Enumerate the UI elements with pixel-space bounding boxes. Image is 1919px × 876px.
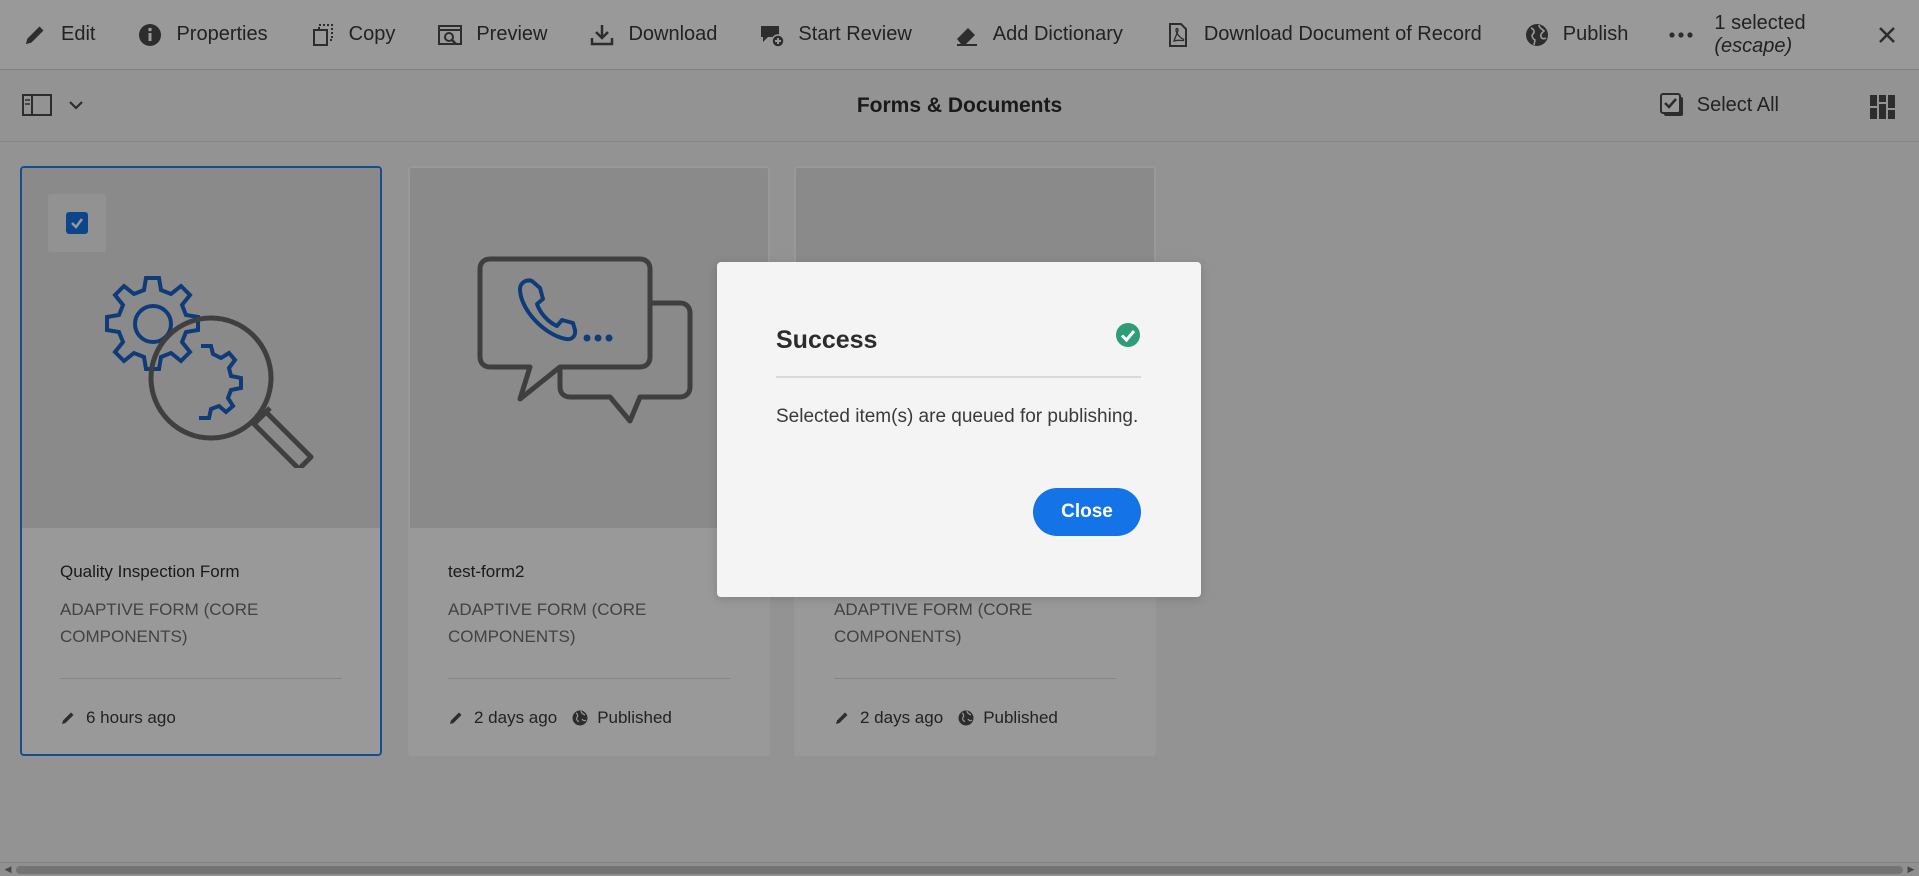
close-button[interactable]: Close [1033, 488, 1141, 536]
dialog-title: Success [776, 326, 878, 354]
success-check-icon [1116, 323, 1140, 347]
dialog-message: Selected item(s) are queued for publishi… [776, 406, 1139, 427]
dialog-divider [776, 376, 1141, 378]
success-dialog: Success Selected item(s) are queued for … [717, 262, 1201, 597]
